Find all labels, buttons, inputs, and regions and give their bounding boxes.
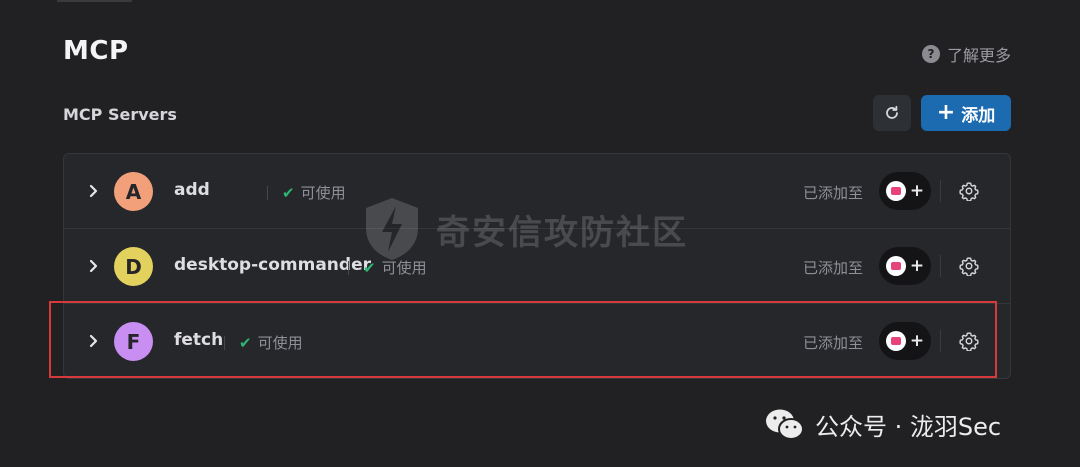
add-button-label: 添加 (961, 105, 996, 126)
added-to-label: 已添加至 (803, 184, 864, 202)
chevron-right-icon[interactable] (86, 331, 102, 351)
page-title: MCP (63, 36, 129, 66)
added-to-label: 已添加至 (803, 334, 864, 352)
plus-icon: + (909, 180, 925, 201)
server-row[interactable]: F fetch ✔ 可使用 已添加至 + (64, 304, 1010, 378)
client-logo-icon (885, 181, 906, 201)
status-label: 可使用 (257, 334, 303, 352)
plus-icon: + (909, 330, 925, 351)
server-name: desktop-commander (174, 255, 371, 275)
watermark-text: 奇安信攻防社区 (436, 212, 688, 253)
footer-watermark-text: 公众号 · 泷羽Sec (815, 413, 1002, 441)
wechat-icon (766, 409, 804, 440)
divider (267, 185, 268, 200)
status-label: 可使用 (300, 184, 346, 202)
add-to-client-button[interactable]: + (879, 247, 931, 285)
gear-icon[interactable] (959, 181, 979, 201)
footer-watermark: 公众号 · 泷羽Sec (765, 407, 1001, 442)
question-circle-icon: ? (921, 45, 940, 63)
divider (940, 180, 941, 202)
gear-icon[interactable] (959, 256, 979, 276)
divider (940, 255, 941, 277)
learn-more-label: 了解更多 (946, 46, 1011, 65)
watermark: 奇安信攻防社区 (362, 196, 688, 262)
chevron-right-icon[interactable] (86, 181, 102, 201)
server-avatar: D (114, 247, 153, 286)
server-list: A add ✔ 可使用 已添加至 + D desktop-commander ✔… (63, 153, 1011, 379)
server-status: ✔ 可使用 (224, 332, 303, 353)
mcp-settings-page: MCP ? 了解更多 MCP Servers + 添加 A add ✔ 可使用 … (0, 0, 1080, 467)
check-icon: ✔ (282, 183, 295, 202)
section-title: MCP Servers (63, 105, 177, 124)
chevron-right-icon[interactable] (86, 256, 102, 276)
check-icon: ✔ (239, 333, 252, 352)
plus-icon: + (936, 100, 956, 125)
server-avatar: A (114, 172, 153, 211)
server-name: add (174, 180, 210, 200)
plus-icon: + (909, 255, 925, 276)
client-logo-icon (885, 256, 906, 276)
learn-more-link[interactable]: ? 了解更多 (921, 42, 1011, 66)
refresh-icon (886, 105, 898, 119)
server-avatar: F (114, 322, 153, 361)
add-to-client-button[interactable]: + (879, 322, 931, 360)
divider (940, 330, 941, 352)
added-to-label: 已添加至 (803, 259, 864, 277)
add-to-client-button[interactable]: + (879, 172, 931, 210)
add-server-button[interactable]: + 添加 (921, 95, 1011, 131)
divider (348, 260, 349, 275)
divider (224, 335, 225, 350)
client-logo-icon (885, 331, 906, 351)
refresh-button[interactable] (873, 95, 911, 131)
shield-lightning-icon (366, 198, 418, 260)
top-tab-indicator (57, 0, 132, 2)
server-status: ✔ 可使用 (267, 182, 346, 203)
gear-icon[interactable] (959, 331, 979, 351)
server-name: fetch (174, 330, 224, 350)
